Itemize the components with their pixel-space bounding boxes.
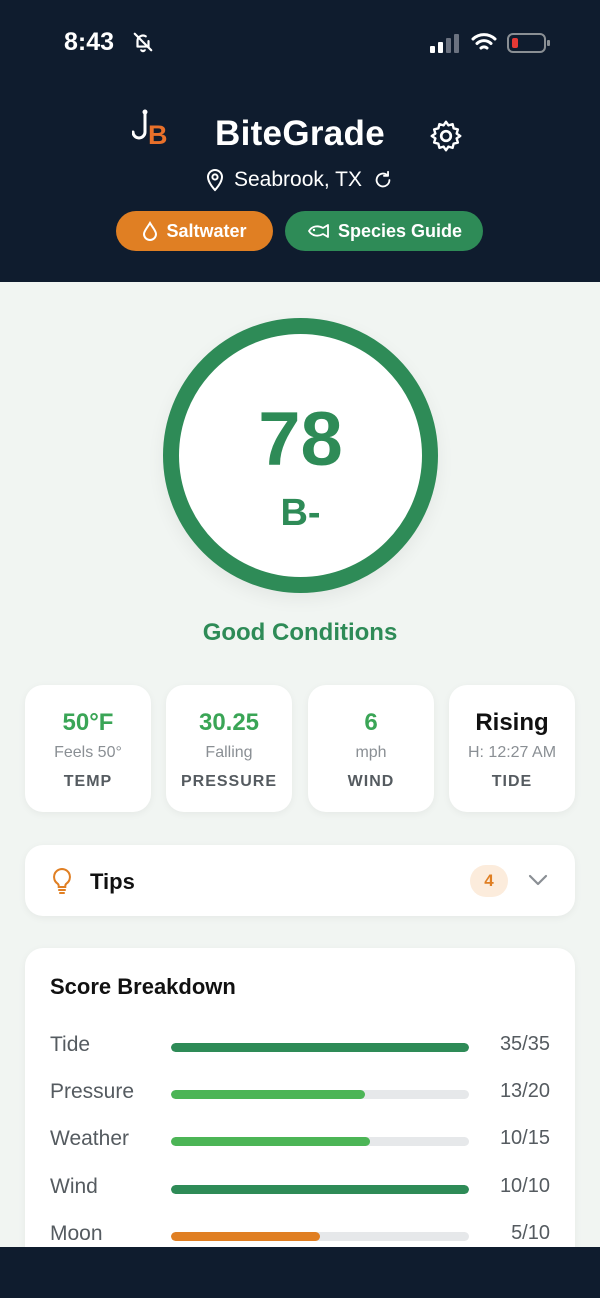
breakdown-score: 5/10 <box>511 1222 550 1244</box>
stat-value: 50°F <box>62 709 114 736</box>
bell-muted-icon <box>133 32 153 53</box>
saltwater-button[interactable]: Saltwater <box>116 211 273 251</box>
tips-title: Tips <box>90 869 135 894</box>
stat-sub: mph <box>355 744 387 761</box>
saltwater-label: Saltwater <box>166 220 247 241</box>
breakdown-track <box>171 1043 469 1052</box>
breakdown-bar <box>171 1232 320 1241</box>
stat-label: TIDE <box>491 773 533 790</box>
stat-value: 30.25 <box>198 709 260 736</box>
breakdown-bar <box>171 1185 469 1194</box>
stat-label: PRESSURE <box>180 773 278 790</box>
breakdown-track <box>171 1137 469 1146</box>
app-header: 8:43 B BiteGrade Seabrook, TX Saltwater … <box>0 0 600 282</box>
breakdown-score: 10/10 <box>499 1175 550 1197</box>
refresh-icon[interactable] <box>372 169 394 191</box>
breakdown-score: 13/20 <box>499 1080 550 1102</box>
app-title: BiteGrade <box>215 114 385 153</box>
breakdown-label: Wind <box>50 1175 98 1198</box>
water-drop-icon <box>143 221 158 241</box>
stat-sub: H: 12:27 AM <box>467 744 557 761</box>
tips-count-badge: 4 <box>470 865 508 897</box>
location-label: Seabrook, TX <box>233 168 363 191</box>
species-guide-label: Species Guide <box>337 220 463 241</box>
breakdown-row-pressure: Pressure 13/20 <box>25 1080 575 1110</box>
species-guide-button[interactable]: Species Guide <box>285 211 483 251</box>
wifi-icon <box>471 33 497 50</box>
breakdown-track <box>171 1232 469 1241</box>
stat-card-tide: Rising H: 12:27 AM TIDE <box>449 685 575 812</box>
breakdown-label: Pressure <box>50 1080 135 1103</box>
breakdown-row-tide: Tide 35/35 <box>25 1033 575 1063</box>
stat-label: TEMP <box>63 773 113 790</box>
breakdown-row-wind: Wind 10/10 <box>25 1175 575 1205</box>
conditions-label: Good Conditions <box>202 619 398 646</box>
breakdown-label: Weather <box>50 1127 129 1150</box>
battery-icon <box>507 33 550 53</box>
score-ring: 78 B- <box>163 318 438 593</box>
breakdown-title: Score Breakdown <box>50 974 236 999</box>
score-value: 78 <box>258 397 343 482</box>
location-row[interactable]: Seabrook, TX <box>0 168 600 192</box>
stat-sub: Feels 50° <box>54 744 122 761</box>
breakdown-score: 35/35 <box>499 1033 550 1055</box>
breakdown-label: Moon <box>50 1222 103 1245</box>
stat-value: 6 <box>364 709 378 736</box>
breakdown-track <box>171 1090 469 1099</box>
breakdown-label: Tide <box>50 1033 91 1056</box>
tips-panel[interactable]: Tips 4 <box>25 845 575 916</box>
bottom-bar <box>0 1247 600 1298</box>
lightbulb-icon <box>53 867 71 894</box>
score-grade: B- <box>280 492 321 534</box>
stat-value: Rising <box>475 709 549 736</box>
gear-icon[interactable] <box>428 118 464 154</box>
cellular-signal-icon <box>430 34 459 53</box>
breakdown-bar <box>171 1090 365 1099</box>
stat-label: WIND <box>347 773 395 790</box>
breakdown-score: 10/15 <box>499 1127 550 1149</box>
stat-card-temp: 50°F Feels 50° TEMP <box>25 685 151 812</box>
breakdown-bar <box>171 1137 370 1146</box>
chevron-down-icon[interactable] <box>527 872 549 888</box>
score-breakdown-card: Score Breakdown Tide 35/35 Pressure 13/2… <box>25 948 575 1278</box>
breakdown-row-weather: Weather 10/15 <box>25 1127 575 1157</box>
breakdown-track <box>171 1185 469 1194</box>
stat-card-pressure: 30.25 Falling PRESSURE <box>166 685 292 812</box>
breakdown-bar <box>171 1043 469 1052</box>
fish-icon <box>308 224 329 238</box>
stat-sub: Falling <box>205 744 253 761</box>
stat-card-wind: 6 mph WIND <box>308 685 434 812</box>
location-pin-icon <box>206 169 223 192</box>
status-time: 8:43 <box>64 28 115 56</box>
